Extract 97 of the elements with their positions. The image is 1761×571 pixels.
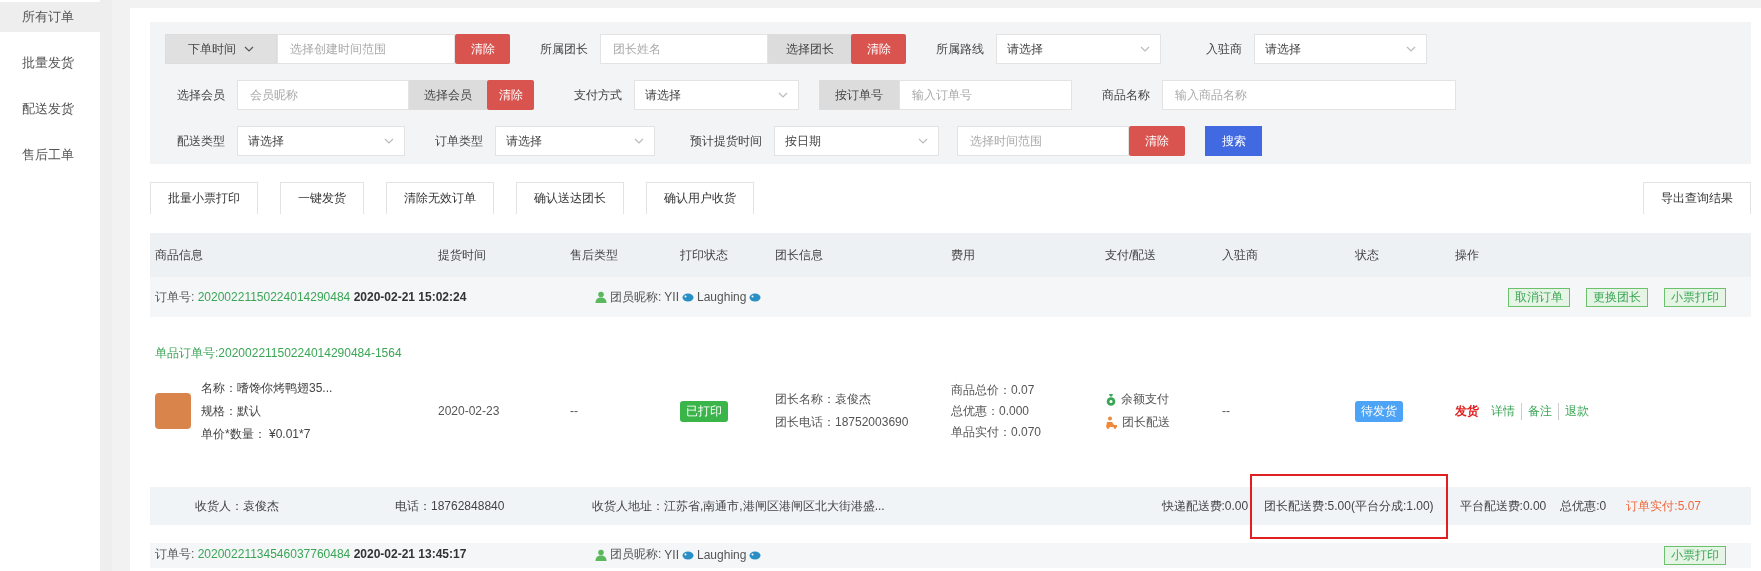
input-field[interactable]: 会员昵称 (237, 80, 409, 110)
nickname-text: Laughing (697, 290, 747, 304)
input-field[interactable]: 选择时间范围 (957, 126, 1129, 156)
column-header: 团长信息 (774, 246, 824, 264)
leader-name: 团长名称：袁俊杰 (775, 391, 871, 408)
toolbar-button[interactable]: 一键发货 (280, 182, 364, 214)
column-header: 售后类型 (569, 246, 619, 264)
field-label: 预计提货时间 (690, 132, 762, 150)
input-field[interactable]: 选择创建时间范围 (277, 34, 455, 64)
pickup-date: 2020-02-23 (438, 404, 500, 418)
field-label: 所属路线 (936, 40, 984, 58)
field-label: 支付方式 (574, 86, 622, 104)
photo-placeholder (155, 393, 191, 429)
column-header: 状态 (1354, 246, 1380, 264)
after-sale-type: -- (570, 404, 578, 418)
chevron-down-icon (634, 138, 644, 144)
input-field[interactable]: 输入商品名称 (1162, 80, 1456, 110)
field-label: 选择会员 (177, 86, 225, 104)
sidebar-item[interactable]: 售后工单 (0, 140, 100, 170)
user-icon (595, 291, 607, 303)
select-field[interactable]: 请选择 (237, 126, 405, 156)
chevron-down-icon (918, 138, 928, 144)
chevron-down-icon (778, 92, 788, 98)
chevron-down-icon (1406, 46, 1416, 52)
select-field[interactable]: 请选择 (1254, 34, 1427, 64)
input-field[interactable]: 输入订单号 (899, 80, 1072, 110)
product-spec: 规格：默认 (201, 402, 262, 420)
payment-text: 余额支付 (1121, 391, 1169, 408)
input-field[interactable]: 团长姓名 (600, 34, 768, 64)
toolbar-button[interactable]: 确认用户收货 (646, 182, 754, 214)
column-header: 支付/配送 (1104, 246, 1158, 264)
status-badge: 待发货 (1355, 400, 1403, 422)
select-button[interactable]: 选择会员 (409, 80, 487, 110)
select-field[interactable]: 请选择 (996, 34, 1161, 64)
sidebar-item[interactable]: 配送发货 (0, 94, 100, 124)
ship-link[interactable]: 发货 (1455, 402, 1485, 420)
order-number: 订单号: 20200221150224014290484 2020-02-21 15:02:24 (155, 288, 468, 306)
select-button[interactable]: 按订单号 (819, 80, 899, 110)
leader-phone: 团长电话：18752003690 (775, 414, 909, 431)
chevron-down-icon (244, 46, 254, 52)
field-label: 入驻商 (1206, 40, 1242, 58)
search-button[interactable]: 搜索 (1205, 126, 1262, 156)
nickname-text: Laughing (697, 547, 747, 562)
field-label: 商品名称 (1102, 86, 1150, 104)
toolbar-button[interactable]: 批量小票打印 (150, 182, 258, 214)
sidebar-item[interactable]: 批量发货 (0, 48, 100, 78)
merchant-text: -- (1222, 404, 1230, 418)
fee-text: 团长配送费:5.00(平台分成:1.00) (1252, 475, 1446, 537)
fee-text: 总优惠:0 (1560, 497, 1607, 515)
product-price: 单价*数量： ¥0.01*7 (201, 425, 312, 443)
clear-button[interactable]: 清除 (851, 34, 906, 64)
print-status-badge: 已打印 (680, 400, 728, 422)
export-button[interactable]: 导出查询结果 (1643, 182, 1751, 214)
clear-button[interactable]: 清除 (1129, 126, 1185, 156)
clear-button[interactable]: 清除 (455, 34, 510, 64)
sidebar-item[interactable]: 所有订单 (0, 2, 100, 32)
column-header: 入驻商 (1221, 246, 1259, 264)
nickname-text: YII (664, 547, 679, 562)
recipient-info: 电话：18762848840 (395, 497, 506, 515)
fee-text: 商品总价：0.07 (951, 381, 1035, 399)
chevron-down-icon (384, 138, 394, 144)
field-label: 配送类型 (177, 132, 225, 150)
money-bag-icon (1105, 393, 1117, 406)
field-label: 所属团长 (540, 40, 588, 58)
toolbar-button[interactable]: 清除无效订单 (386, 182, 494, 214)
fee-text: 总优惠：0.000 (951, 402, 1030, 420)
column-header: 提货时间 (437, 246, 487, 264)
order-total: 订单实付:5.07 (1626, 497, 1701, 515)
emoji-icon (749, 291, 762, 303)
nickname-label: 团员昵称: (610, 546, 662, 563)
chevron-down-icon (1140, 46, 1150, 52)
fee-text: 单品实付：0.070 (951, 423, 1042, 441)
fee-text: 平台配送费:0.00 (1459, 497, 1547, 515)
product-name: 名称：嗜馋你烤鸭翅35... (201, 379, 333, 397)
payment-text: 团长配送 (1122, 414, 1170, 431)
field-label: 订单类型 (435, 132, 483, 150)
select-button[interactable]: 选择团长 (768, 34, 851, 64)
column-header: 商品信息 (154, 246, 204, 264)
column-header: 费用 (950, 246, 976, 264)
recipient-info: 收货人：袁俊杰 (195, 497, 280, 515)
nickname-text: YII (664, 290, 679, 304)
date-type-dropdown[interactable]: 下单时间 (165, 34, 277, 64)
user-icon (595, 548, 607, 561)
select-field[interactable]: 按日期 (774, 126, 939, 156)
clear-button[interactable]: 清除 (487, 80, 534, 110)
fee-text: 快递配送费:0.00 (1161, 497, 1249, 515)
select-field[interactable]: 请选择 (634, 80, 799, 110)
order-number: 订单号: 20200221134546037760484 2020-02-21 13:45:17 (155, 546, 468, 563)
nickname-label: 团员昵称: (610, 288, 662, 306)
courier-icon (1105, 416, 1118, 429)
column-header: 操作 (1454, 246, 1480, 264)
emoji-icon (682, 291, 694, 303)
select-field[interactable]: 请选择 (495, 126, 655, 156)
column-header: 打印状态 (679, 246, 729, 264)
recipient-info: 收货人地址：江苏省,南通市,港闸区港闸区北大街港盛... (592, 497, 885, 515)
sub-order-number: 单品订单号:20200221150224014290484-1564 (154, 345, 403, 361)
toolbar-button[interactable]: 确认送达团长 (516, 182, 624, 214)
